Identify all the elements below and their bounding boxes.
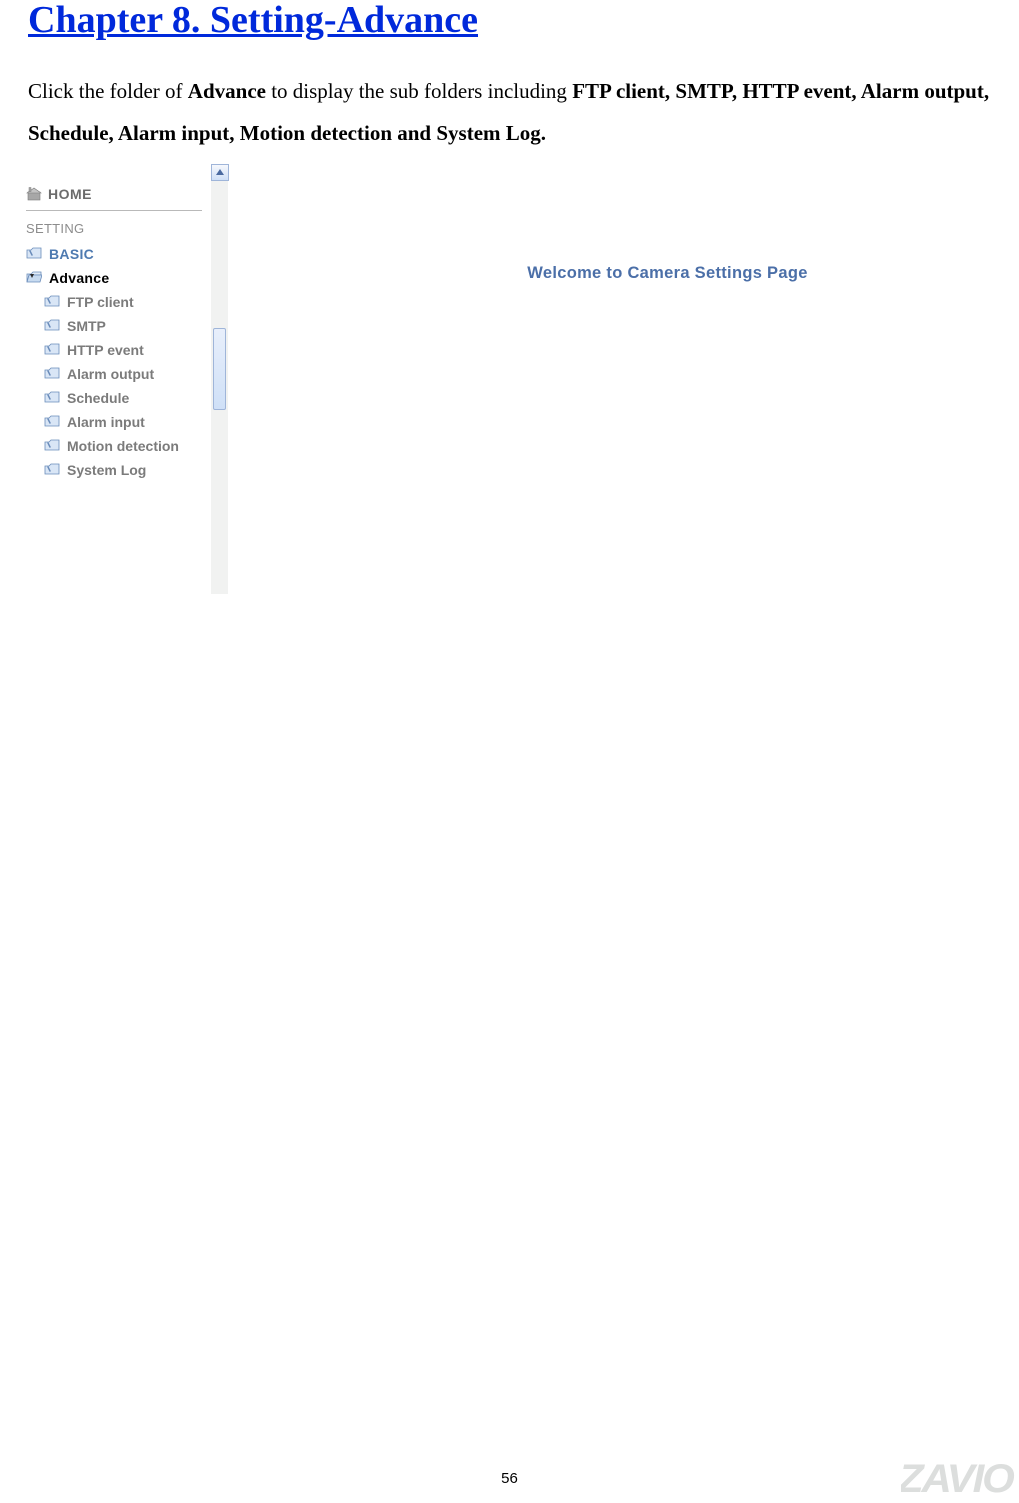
nav-sub-smtp[interactable]: SMTP xyxy=(18,314,210,338)
nav-sub-ftp-client[interactable]: FTP client xyxy=(18,290,210,314)
sidebar-container: HOME SETTING BASIC xyxy=(18,164,229,594)
intro-paragraph: Click the folder of Advance to display t… xyxy=(0,42,1019,154)
nav-sub-http-event[interactable]: HTTP event xyxy=(18,338,210,362)
nav-sub-motion-detection[interactable]: Motion detection xyxy=(18,434,210,458)
folder-closed-icon xyxy=(44,319,60,332)
folder-open-icon xyxy=(26,271,42,284)
intro-mid: to display the sub folders including xyxy=(266,79,572,103)
folder-closed-icon xyxy=(44,295,60,308)
nav-basic[interactable]: BASIC xyxy=(18,242,210,266)
folder-closed-icon xyxy=(26,247,42,260)
nav-sub-alarm-input[interactable]: Alarm input xyxy=(18,410,210,434)
nav-sub-schedule[interactable]: Schedule xyxy=(18,386,210,410)
scroll-thumb[interactable] xyxy=(213,328,226,410)
content-pane: Welcome to Camera Settings Page xyxy=(229,164,986,384)
welcome-text: Welcome to Camera Settings Page xyxy=(527,264,807,283)
nav-home-label: HOME xyxy=(48,186,92,202)
folder-closed-icon xyxy=(44,415,60,428)
nav-advance[interactable]: Advance xyxy=(18,266,210,290)
brand-text: ZAVIO xyxy=(901,1461,1019,1497)
scroll-up-icon[interactable] xyxy=(211,164,229,181)
home-icon xyxy=(26,187,42,200)
nav-home[interactable]: HOME xyxy=(18,186,210,208)
nav-basic-label: BASIC xyxy=(49,246,94,262)
page-number: 56 xyxy=(0,1470,1019,1487)
folder-closed-icon xyxy=(44,367,60,380)
nav-sub-label: Alarm output xyxy=(67,366,154,382)
nav-sub-label: FTP client xyxy=(67,294,134,310)
nav-advance-label: Advance xyxy=(49,270,109,286)
folder-closed-icon xyxy=(44,343,60,356)
sidebar: HOME SETTING BASIC xyxy=(18,164,210,594)
nav-sub-label: Motion detection xyxy=(67,438,179,454)
nav-sub-label: Alarm input xyxy=(67,414,145,430)
folder-closed-icon xyxy=(44,463,60,476)
folder-closed-icon xyxy=(44,391,60,404)
nav-sub-label: SMTP xyxy=(67,318,106,334)
chapter-title: Chapter 8. Setting-Advance xyxy=(0,0,1019,42)
setting-header: SETTING xyxy=(18,221,210,242)
nav-sub-label: HTTP event xyxy=(67,342,144,358)
nav-sub-system-log[interactable]: System Log xyxy=(18,458,210,482)
intro-prefix: Click the folder of xyxy=(28,79,188,103)
brand-logo: ZAVIO xyxy=(901,1461,1019,1497)
folder-closed-icon xyxy=(44,439,60,452)
sidebar-divider xyxy=(26,210,202,211)
sidebar-scrollbar[interactable] xyxy=(210,164,228,594)
embedded-screenshot: HOME SETTING BASIC xyxy=(18,164,986,594)
intro-bold-advance: Advance xyxy=(188,79,266,103)
nav-sub-label: Schedule xyxy=(67,390,129,406)
nav-sub-label: System Log xyxy=(67,462,146,478)
nav-sub-alarm-output[interactable]: Alarm output xyxy=(18,362,210,386)
scroll-track[interactable] xyxy=(211,181,228,594)
